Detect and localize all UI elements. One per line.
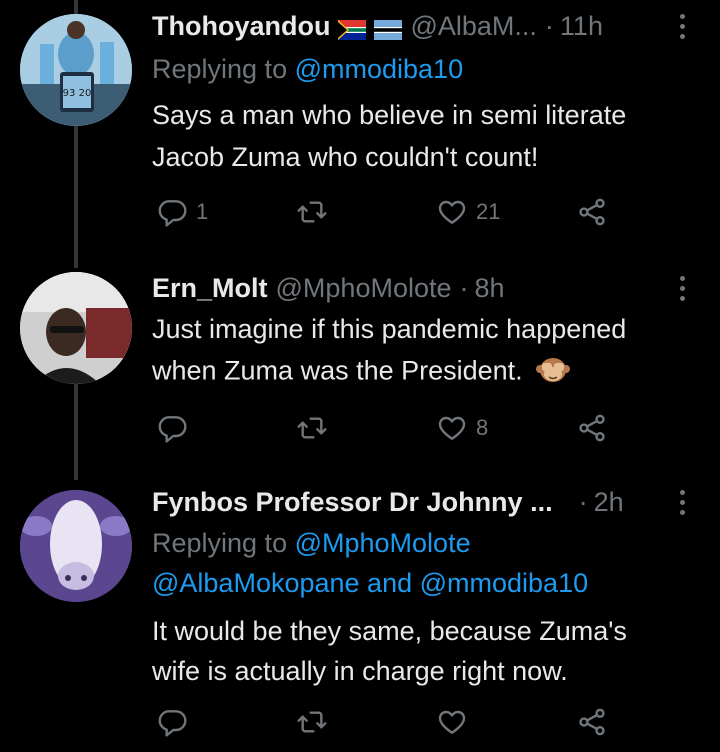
tweet-header: Thohoyandou @AlbaM... · 11h: [152, 8, 690, 44]
retweet-button[interactable]: [296, 408, 336, 448]
replying-to: Replying to @MphoMolote: [152, 528, 471, 559]
jersey-text: 93 20: [63, 88, 92, 99]
avatar-image: [20, 272, 132, 384]
mention-link[interactable]: @AlbaMokopane: [152, 568, 360, 598]
tweet-header: Fynbos Professor Dr Johnny ... · 2h: [152, 484, 690, 520]
timestamp[interactable]: 8h: [475, 273, 505, 304]
mention-link[interactable]: @mmodiba10: [295, 54, 464, 84]
more-icon[interactable]: [674, 489, 690, 515]
reply-button[interactable]: [156, 702, 196, 742]
tweet[interactable]: 93 20 Thohoyandou @AlbaM... · 11h Replyi…: [0, 0, 720, 250]
retweet-icon: [297, 417, 327, 439]
tweet-text-segment: when Zuma was the President.: [152, 355, 523, 386]
separator-dot: ·: [459, 272, 469, 303]
tweet-text-line: Just imagine if this pandemic happened: [152, 314, 627, 344]
share-icon: [579, 414, 605, 442]
botswana-flag-icon: [374, 16, 403, 40]
replying-to-label: Replying to: [152, 54, 295, 84]
avatar[interactable]: [20, 272, 132, 384]
avatar-image: [20, 490, 132, 602]
tweet-text-line: Says a man who believe in semi literate: [152, 100, 627, 130]
avatar[interactable]: [20, 490, 132, 602]
mention-conjunction: and: [359, 568, 420, 598]
like-button[interactable]: 21: [436, 192, 500, 232]
handle[interactable]: @AlbaM...: [410, 11, 536, 42]
tweet[interactable]: Ern_Molt @MphoMolote · 8h Just imagine i…: [0, 262, 720, 472]
handle[interactable]: @MphoMolote: [276, 273, 452, 304]
more-icon[interactable]: [674, 275, 690, 301]
tweet-text-line: It would be they same, because Zuma's: [152, 616, 627, 646]
south-africa-flag-icon: [338, 16, 367, 40]
avatar[interactable]: 93 20: [20, 14, 132, 126]
replying-to-label: Replying to: [152, 528, 295, 558]
retweet-button[interactable]: [296, 702, 336, 742]
share-icon: [579, 708, 605, 736]
mention-link[interactable]: @mmodiba10: [420, 568, 589, 598]
tweet[interactable]: Fynbos Professor Dr Johnny ... · 2h Repl…: [0, 480, 720, 752]
action-bar: 8: [152, 408, 622, 448]
action-bar: [152, 702, 622, 742]
retweet-icon: [297, 711, 327, 733]
tweet-header: Ern_Molt @MphoMolote · 8h: [152, 270, 690, 306]
share-icon: [579, 198, 605, 226]
reply-button[interactable]: [156, 408, 196, 448]
timestamp[interactable]: 2h: [594, 487, 624, 518]
like-icon: [438, 416, 466, 440]
reply-icon: [158, 416, 187, 443]
separator-dot: ·: [578, 486, 588, 517]
mention-link[interactable]: @MphoMolote: [295, 528, 471, 558]
share-button[interactable]: [576, 702, 608, 742]
timestamp[interactable]: 11h: [560, 11, 603, 42]
action-bar: 1 21: [152, 192, 622, 232]
tweet-text-line: wife is actually in charge right now.: [152, 656, 568, 686]
share-button[interactable]: [576, 192, 608, 232]
like-count: 8: [476, 415, 489, 440]
like-icon: [438, 200, 466, 224]
reply-count: 1: [196, 199, 209, 224]
more-icon[interactable]: [674, 13, 690, 39]
see-no-evil-monkey-icon: [536, 354, 571, 391]
like-count: 21: [476, 199, 501, 224]
reply-button[interactable]: 1: [156, 192, 208, 232]
retweet-button[interactable]: [296, 192, 336, 232]
like-button[interactable]: 8: [436, 408, 488, 448]
reply-icon: [158, 200, 187, 227]
retweet-icon: [297, 201, 327, 223]
tweet-text-line: when Zuma was the President.: [152, 354, 571, 391]
separator-dot: ·: [544, 10, 554, 41]
share-button[interactable]: [576, 408, 608, 448]
display-name[interactable]: Thohoyandou: [152, 11, 330, 42]
display-name[interactable]: Ern_Molt: [152, 273, 268, 304]
display-name[interactable]: Fynbos Professor Dr Johnny ...: [152, 487, 553, 518]
like-icon: [438, 710, 466, 734]
reply-icon: [158, 710, 187, 737]
replying-to-continued: @AlbaMokopane and @mmodiba10: [152, 568, 588, 599]
replying-to: Replying to @mmodiba10: [152, 54, 463, 85]
like-button[interactable]: [436, 702, 476, 742]
tweet-text-line: Jacob Zuma who couldn't count!: [152, 142, 539, 172]
avatar-image: 93 20: [20, 14, 132, 126]
